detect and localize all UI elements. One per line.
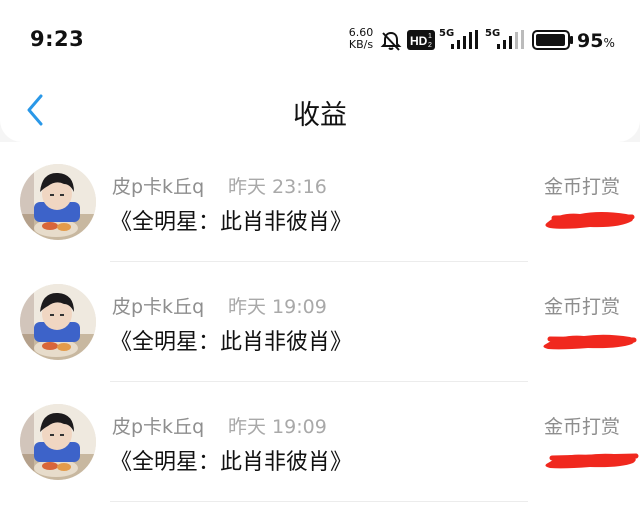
navigation-bar: 收益 [0,80,640,140]
avatar[interactable] [20,164,96,240]
status-bar: 9:23 6.60 KB/s HD 1 2 5G 5G 95% [0,0,640,80]
hd-voice-icon: HD 1 2 [407,30,435,50]
work-title: 《全明星：此肖非彼肖》 [110,450,353,475]
avatar-photo [20,164,96,240]
list-item[interactable]: 皮p卡k丘q 昨天 19:09 《全明星：此肖非彼肖》 金币打赏 [0,382,640,502]
list-item[interactable]: 皮p卡k丘q 昨天 23:16 《全明星：此肖非彼肖》 金币打赏 [0,142,640,262]
clock: 9:23 [30,27,85,51]
redaction-mark [545,453,639,469]
earnings-list: 皮p卡k丘q 昨天 23:16 《全明星：此肖非彼肖》 金币打赏 皮p卡k丘q … [0,142,640,505]
avatar[interactable] [20,284,96,360]
signal-bars-2-icon [497,30,524,49]
sender-name: 皮p卡k丘q [112,296,205,318]
sender-name: 皮p卡k丘q [112,416,205,438]
mute-bell-icon [380,31,402,51]
svg-text:HD: HD [410,34,428,48]
redaction-mark [545,212,635,229]
record-time: 昨天 23:16 [228,176,327,198]
avatar-photo [20,404,96,480]
divider [110,501,528,502]
battery-percentage: 95% [577,30,615,52]
network-speed: 6.60 KB/s [344,27,378,51]
network-speed-unit: KB/s [348,38,374,51]
work-title: 《全明星：此肖非彼肖》 [110,330,353,355]
reward-type: 金币打赏 [543,296,620,318]
work-title: 《全明星：此肖非彼肖》 [110,210,353,235]
avatar[interactable] [20,404,96,480]
signal-bars-icon [451,30,478,49]
svg-text:1: 1 [428,33,432,40]
record-time: 昨天 19:09 [228,296,327,318]
list-item[interactable]: 皮p卡k丘q 昨天 19:09 《全明星：此肖非彼肖》 金币打赏 [0,262,640,382]
svg-text:2: 2 [428,42,432,49]
battery-value: 95 [577,30,604,52]
record-time: 昨天 19:09 [228,416,327,438]
avatar-photo [20,284,96,360]
battery-unit: % [603,36,615,50]
reward-type: 金币打赏 [543,416,620,438]
battery-icon [532,30,573,50]
redaction-mark [543,334,637,350]
header-card: 9:23 6.60 KB/s HD 1 2 5G 5G 95% 收益 [0,0,640,142]
sender-name: 皮p卡k丘q [112,176,205,198]
reward-type: 金币打赏 [543,176,620,198]
page-title: 收益 [293,100,347,131]
